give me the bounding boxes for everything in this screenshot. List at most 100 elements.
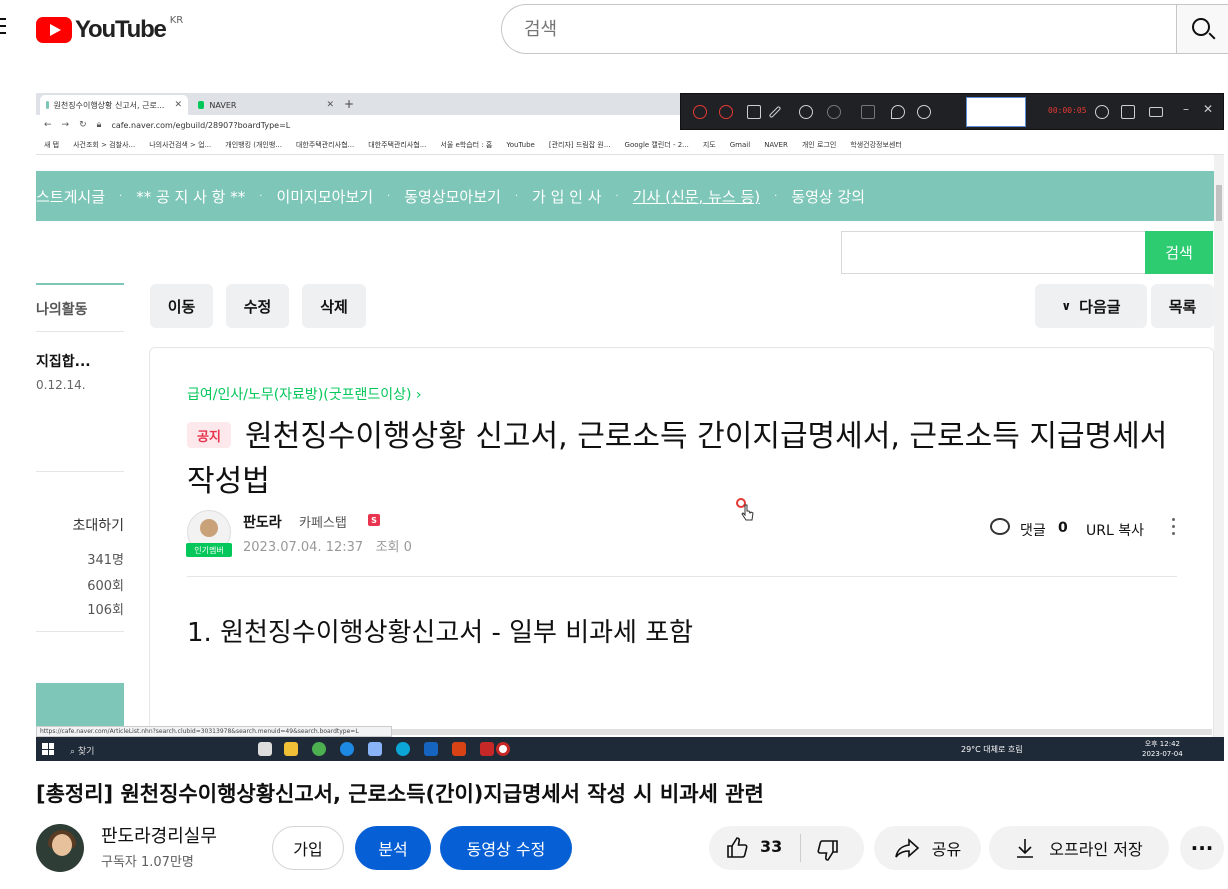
search-input[interactable] xyxy=(524,18,1124,40)
notice-badge: 공지 xyxy=(187,422,231,448)
camera-icon[interactable] xyxy=(747,105,761,119)
chrome-icon[interactable] xyxy=(312,742,326,756)
taskbar-clock[interactable]: 오후 12:42 2023-07-04 xyxy=(1142,739,1183,759)
task-view-icon[interactable] xyxy=(258,742,272,756)
close-icon[interactable]: ✕ xyxy=(174,100,182,110)
thumbs-down-icon[interactable] xyxy=(816,838,840,862)
analytics-button[interactable]: 분석 xyxy=(355,826,431,870)
browser-tab[interactable]: NAVER ✕ xyxy=(192,95,340,115)
vertical-scrollbar[interactable] xyxy=(1214,155,1224,737)
youtube-logo[interactable]: YouTube KR xyxy=(36,15,183,44)
save-icon[interactable] xyxy=(1121,105,1135,119)
minimize-icon[interactable]: – xyxy=(1183,102,1189,116)
comment-label[interactable]: 댓글 xyxy=(1020,520,1046,540)
app-icon[interactable] xyxy=(480,742,494,756)
tool-icon[interactable] xyxy=(861,105,875,119)
windows-start-icon[interactable] xyxy=(42,743,54,755)
offline-save-button[interactable]: 오프라인 저장 xyxy=(989,826,1169,870)
bookmark-item[interactable]: 지도 xyxy=(703,140,716,150)
weather-status[interactable]: 29°C 대체로 흐림 xyxy=(961,744,1023,755)
channel-name[interactable]: 판도라경리실무 xyxy=(101,822,217,848)
search-box[interactable] xyxy=(501,4,1177,54)
pen-icon[interactable] xyxy=(768,105,782,119)
bookmark-item[interactable]: 사건조회 > 검찰사... xyxy=(73,140,135,150)
drop-icon[interactable] xyxy=(891,105,905,119)
cafe-menu-item[interactable]: 스트게시글 xyxy=(36,186,105,207)
sidebar-item-title[interactable]: 지집합... xyxy=(36,351,91,371)
cafe-search-button[interactable]: 검색 xyxy=(1145,231,1213,274)
offline-save-label: 오프라인 저장 xyxy=(1049,840,1143,859)
folder-icon[interactable] xyxy=(284,742,298,756)
bookmark-item[interactable]: Gmail xyxy=(730,141,750,149)
app-icon[interactable] xyxy=(368,742,382,756)
bookmark-item[interactable]: 개인 로그인 xyxy=(802,140,836,150)
store-icon[interactable] xyxy=(424,742,438,756)
address-url: cafe.naver.com/egbuild/28907?boardType=L xyxy=(111,120,291,130)
close-icon[interactable]: ✕ xyxy=(326,100,334,110)
divider xyxy=(36,631,124,632)
move-button[interactable]: 이동 xyxy=(150,284,213,328)
comment-icon[interactable] xyxy=(990,518,1010,535)
horizontal-scrollbar[interactable] xyxy=(392,729,1212,735)
article-breadcrumb[interactable]: 급여/인사/노무(자료방)(굿프랜드이상) › xyxy=(187,384,422,404)
bookmark-item[interactable]: 새 탭 xyxy=(44,140,59,150)
scrollbar-thumb[interactable] xyxy=(1216,185,1222,221)
video-player[interactable]: 원천징수이행상황 신고서, 근로... ✕ NAVER ✕ + 00:00:05… xyxy=(36,93,1224,761)
cafe-menu-item[interactable]: 기사 (신문, 뉴스 등) xyxy=(633,186,760,207)
invite-link[interactable]: 초대하기 xyxy=(72,515,124,535)
close-icon[interactable]: ✕ xyxy=(1203,102,1213,116)
powerpoint-icon[interactable] xyxy=(452,742,466,756)
url-copy-button[interactable]: URL 복사 xyxy=(1086,520,1144,540)
cafe-menu-item[interactable]: 이미지모아보기 xyxy=(276,186,373,207)
join-button[interactable]: 가입 xyxy=(272,826,344,870)
bookmark-item[interactable]: 학생건강정보센터 xyxy=(850,140,902,150)
forward-icon[interactable]: → xyxy=(62,120,70,130)
cafe-menu-item[interactable]: 동영상모아보기 xyxy=(404,186,501,207)
bookmark-item[interactable]: 개인뱅킹 (개인뱅... xyxy=(225,140,282,150)
zoom-out-icon[interactable] xyxy=(827,105,841,119)
bookmark-item[interactable]: 서울 e학습터 : 홈 xyxy=(440,140,492,150)
my-activity-tab[interactable]: 나의활동 xyxy=(36,299,88,319)
search-button[interactable] xyxy=(1176,4,1228,54)
eye-icon[interactable] xyxy=(917,105,931,119)
browser-tab[interactable]: 원천징수이행상황 신고서, 근로... ✕ xyxy=(40,95,188,115)
timer-icon[interactable] xyxy=(1095,105,1109,119)
edit-video-button[interactable]: 동영상 수정 xyxy=(440,826,572,870)
ie-icon[interactable] xyxy=(340,742,354,756)
bookmark-item[interactable]: 대한주택관리사협... xyxy=(296,140,354,150)
address-bar[interactable]: ← → ↻ 🔒︎ cafe.naver.com/egbuild/28907?bo… xyxy=(36,115,680,135)
delete-button[interactable]: 삭제 xyxy=(302,284,366,328)
like-count[interactable]: 33 xyxy=(760,837,782,856)
back-icon[interactable]: ← xyxy=(44,120,52,130)
cafe-menu-item[interactable]: 가 입 인 사 xyxy=(532,186,602,207)
more-actions-icon[interactable]: ··· xyxy=(1180,826,1224,870)
recorder-app-icon[interactable] xyxy=(496,742,510,756)
reload-icon[interactable]: ↻ xyxy=(79,120,87,130)
taskbar-search[interactable]: ⌕ 찾기 xyxy=(70,744,94,757)
stop-icon[interactable] xyxy=(719,105,733,119)
share-button[interactable]: 공유 xyxy=(874,826,981,870)
record-icon[interactable] xyxy=(693,105,707,119)
bookmark-item[interactable]: Google 캘린더 - 2... xyxy=(625,140,689,150)
share-icon xyxy=(894,838,919,858)
cafe-search-input[interactable] xyxy=(841,231,1145,274)
new-tab-icon[interactable]: + xyxy=(344,97,354,111)
bookmark-item[interactable]: YouTube xyxy=(506,141,534,149)
more-vertical-icon[interactable] xyxy=(1172,518,1176,539)
bookmark-item[interactable]: 대한주택관리사협... xyxy=(368,140,426,150)
zoom-in-icon[interactable] xyxy=(799,105,813,119)
menu-icon[interactable] xyxy=(0,18,6,34)
list-button[interactable]: 목록 xyxy=(1151,284,1214,328)
next-post-button[interactable]: ∨ 다음글 xyxy=(1035,284,1147,328)
cafe-menu-item[interactable]: 동영상 강의 xyxy=(791,186,865,207)
screen-icon[interactable] xyxy=(1149,107,1163,117)
cafe-menu-item[interactable]: ** 공 지 사 항 ** xyxy=(136,186,245,207)
channel-avatar[interactable] xyxy=(36,824,84,872)
thumbs-up-icon[interactable] xyxy=(725,836,749,860)
author-name[interactable]: 판도라 xyxy=(243,512,282,532)
bookmark-item[interactable]: 나의사건검색 > 업... xyxy=(149,140,211,150)
bookmark-item[interactable]: [관리자] 드림잡 원... xyxy=(549,140,611,150)
edit-button[interactable]: 수정 xyxy=(226,284,289,328)
edge-icon[interactable] xyxy=(396,742,410,756)
bookmark-item[interactable]: NAVER xyxy=(764,141,788,149)
